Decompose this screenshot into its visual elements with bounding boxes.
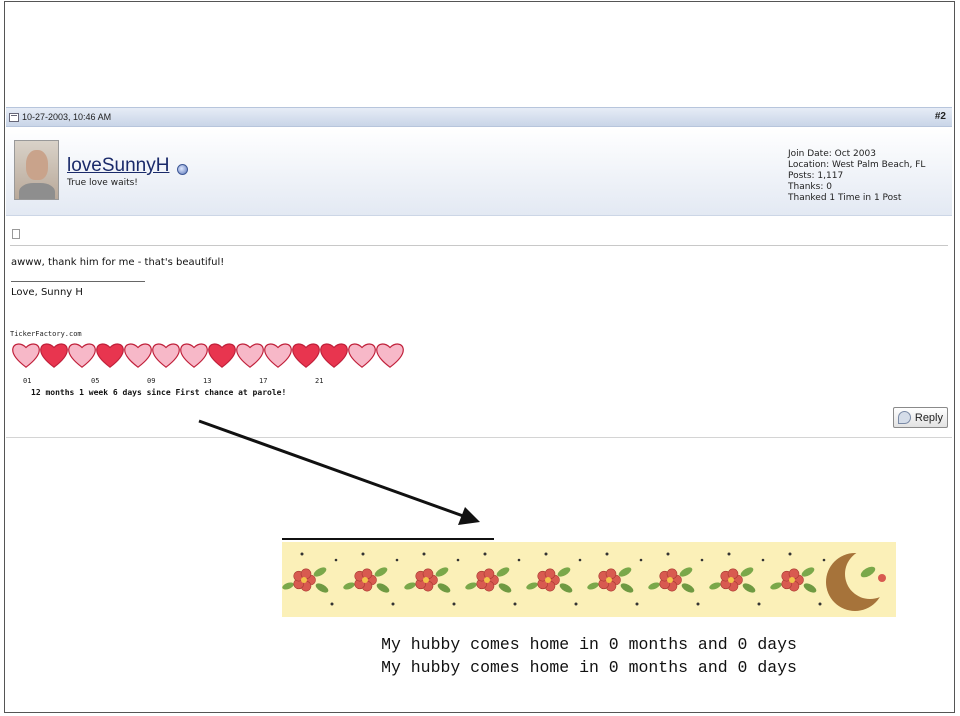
- avatar[interactable]: [14, 140, 59, 200]
- ticker-brand-link[interactable]: TickerFactory.com: [10, 330, 82, 338]
- flower-icon: [465, 552, 521, 606]
- heart-icon: [347, 340, 376, 370]
- post-number-link[interactable]: #2: [935, 111, 946, 122]
- banner-line-1: My hubby comes home in 0 months and 0 da…: [381, 635, 797, 654]
- banner-divider: [282, 538, 494, 540]
- flower-icon: [343, 552, 399, 606]
- heart-icon: [319, 340, 348, 370]
- message-icon: [12, 229, 20, 239]
- flower-icon: [587, 552, 643, 606]
- post-count: Posts: 1,117: [788, 171, 844, 181]
- flower-icon: [526, 552, 582, 606]
- heart-icon: [67, 340, 96, 370]
- ticker-number: 09: [147, 377, 156, 385]
- message-divider: [10, 245, 948, 246]
- post-status-icon: [9, 113, 19, 122]
- post-bottom-divider: [6, 437, 952, 438]
- thanked-count: Thanked 1 Time in 1 Post: [788, 193, 902, 203]
- heart-icon: [95, 340, 124, 370]
- online-status-icon: [177, 164, 188, 175]
- heart-icon: [151, 340, 180, 370]
- reply-label: Reply: [914, 411, 943, 424]
- username-link[interactable]: loveSunnyH: [67, 155, 169, 177]
- moon-icon: [826, 549, 895, 611]
- ticker-number: 13: [203, 377, 212, 385]
- reply-button[interactable]: Reply: [893, 407, 948, 428]
- heart-icon: [39, 340, 68, 370]
- post-signature: Love, Sunny H: [11, 287, 83, 298]
- heart-icon: [123, 340, 152, 370]
- post-message: awww, thank him for me - that's beautifu…: [11, 257, 225, 268]
- heart-icon: [291, 340, 320, 370]
- signature-divider: [11, 281, 145, 282]
- user-title: True love waits!: [67, 178, 138, 188]
- user-stats: Join Date: Oct 2003 Location: West Palm …: [788, 149, 925, 204]
- ticker-number: 01: [23, 377, 32, 385]
- ticker-number: 17: [259, 377, 268, 385]
- flower-icon: [282, 552, 338, 606]
- reply-icon: [898, 411, 911, 424]
- banner-line-2: My hubby comes home in 0 months and 0 da…: [381, 658, 797, 677]
- avatar-face: [26, 150, 48, 180]
- post-date: 10-27-2003, 10:46 AM: [22, 112, 112, 122]
- heart-icon: [11, 340, 40, 370]
- ticker-number: 05: [91, 377, 100, 385]
- location: Location: West Palm Beach, FL: [788, 160, 926, 170]
- heart-icon: [179, 340, 208, 370]
- join-date: Join Date: Oct 2003: [788, 149, 876, 159]
- ticker-hearts: [11, 340, 405, 372]
- ticker-text: 12 months 1 week 6 days since First chan…: [31, 388, 287, 397]
- ticker-numbers: 01 05 09 13 17 21: [11, 377, 341, 387]
- banner-caption: My hubby comes home in 0 months and 0 da…: [282, 633, 896, 679]
- post-header-bar: 10-27-2003, 10:46 AM #2: [6, 107, 952, 127]
- avatar-shirt: [19, 183, 55, 199]
- user-info-bar: loveSunnyH True love waits! Join Date: O…: [6, 128, 952, 216]
- ticker-banner: [282, 542, 896, 617]
- heart-icon: [235, 340, 264, 370]
- flower-icon: [648, 552, 704, 606]
- heart-icon: [263, 340, 292, 370]
- flower-border-image: [282, 549, 895, 611]
- heart-icon: [375, 340, 404, 370]
- flower-icon: [770, 552, 826, 606]
- thanks-count: Thanks: 0: [788, 182, 832, 192]
- ticker-number: 21: [315, 377, 324, 385]
- flower-icon: [709, 552, 765, 606]
- heart-icon: [207, 340, 236, 370]
- flower-icon: [404, 552, 460, 606]
